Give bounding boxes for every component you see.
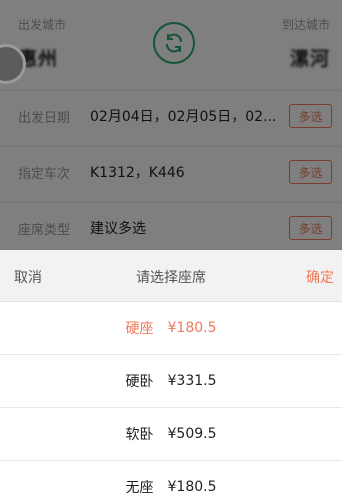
seat-option[interactable]: 硬卧 ¥331.5	[0, 355, 342, 408]
seat-option-name: 硬卧	[125, 374, 154, 390]
seat-picker-sheet: 取消 请选择座席 确定 硬座 ¥180.5 硬卧 ¥331.5 软卧 ¥509.…	[0, 250, 342, 500]
sheet-header: 取消 请选择座席 确定	[0, 250, 342, 302]
seat-option-name: 硬座	[125, 321, 154, 337]
seat-option[interactable]: 软卧 ¥509.5	[0, 408, 342, 461]
sheet-title: 请选择座席	[136, 270, 206, 286]
seat-option-price: ¥180.5	[167, 479, 217, 495]
seat-list: 硬座 ¥180.5 硬卧 ¥331.5 软卧 ¥509.5 无座 ¥180.5	[0, 302, 342, 500]
seat-option-name: 软卧	[125, 427, 154, 443]
seat-option[interactable]: 无座 ¥180.5	[0, 461, 342, 500]
seat-option-name: 无座	[125, 480, 154, 496]
modal-overlay[interactable]	[0, 0, 342, 250]
seat-option[interactable]: 硬座 ¥180.5	[0, 302, 342, 355]
seat-option-price: ¥180.5	[167, 320, 217, 336]
seat-option-price: ¥331.5	[167, 373, 217, 389]
seat-option-price: ¥509.5	[167, 426, 217, 442]
confirm-button[interactable]: 确定	[306, 267, 334, 287]
